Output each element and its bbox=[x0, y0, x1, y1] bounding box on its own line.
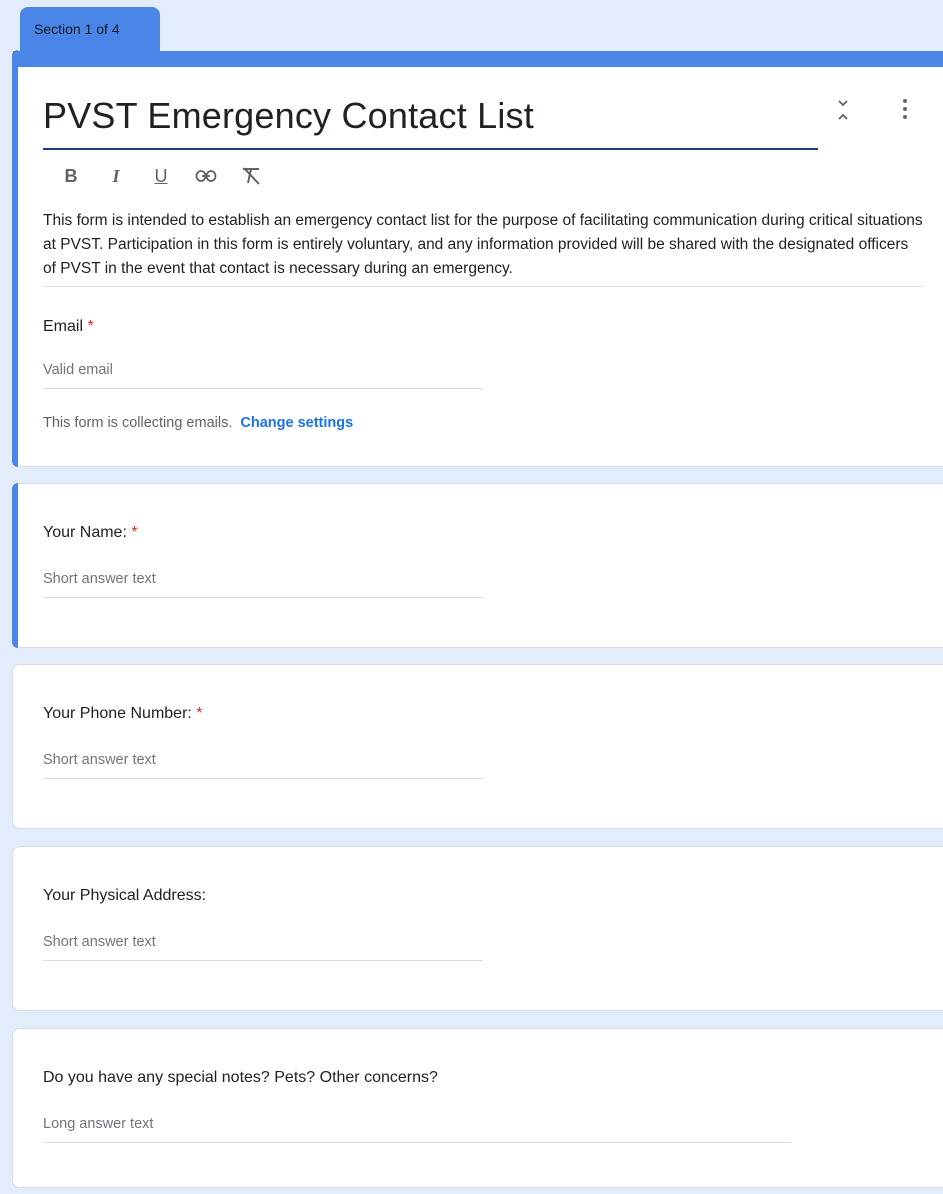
question-label: Do you have any special notes? Pets? Oth… bbox=[43, 1069, 438, 1087]
collecting-emails-notice: This form is collecting emails. Change s… bbox=[43, 415, 353, 431]
required-asterisk: * bbox=[131, 524, 138, 541]
question-label: Your Name: * bbox=[43, 524, 138, 542]
form-title[interactable]: PVST Emergency Contact List bbox=[43, 95, 534, 137]
bold-button[interactable]: B bbox=[55, 163, 87, 189]
formatting-toolbar: B I U bbox=[55, 163, 280, 189]
question-label: Your Physical Address: bbox=[43, 887, 206, 905]
required-asterisk: * bbox=[196, 705, 203, 722]
answer-placeholder: Short answer text bbox=[43, 752, 156, 768]
email-question-label: Email * bbox=[43, 318, 94, 336]
italic-button[interactable]: I bbox=[100, 163, 132, 189]
email-answer-line bbox=[43, 388, 483, 389]
form-header-card[interactable]: PVST Emergency Contact List B I U This f… bbox=[12, 50, 943, 467]
answer-placeholder: Short answer text bbox=[43, 571, 156, 587]
section-tab-label: Section 1 of 4 bbox=[34, 21, 120, 37]
answer-line bbox=[43, 960, 483, 961]
answer-line bbox=[43, 778, 483, 779]
answer-placeholder: Long answer text bbox=[43, 1116, 154, 1132]
question-card-notes[interactable]: Do you have any special notes? Pets? Oth… bbox=[12, 1028, 943, 1188]
link-icon[interactable] bbox=[190, 163, 222, 189]
email-placeholder: Valid email bbox=[43, 362, 113, 378]
question-card-name[interactable]: Your Name: * Short answer text bbox=[12, 483, 943, 648]
question-card-phone[interactable]: Your Phone Number: * Short answer text bbox=[12, 664, 943, 829]
answer-line bbox=[43, 597, 483, 598]
clear-format-icon[interactable] bbox=[235, 163, 267, 189]
change-settings-link[interactable]: Change settings bbox=[240, 415, 353, 431]
form-description[interactable]: This form is intended to establish an em… bbox=[43, 209, 923, 281]
email-label-text: Email bbox=[43, 318, 84, 335]
question-label: Your Phone Number: * bbox=[43, 705, 203, 723]
underline-button[interactable]: U bbox=[145, 163, 177, 189]
question-title: Your Name: bbox=[43, 524, 127, 541]
answer-placeholder: Short answer text bbox=[43, 934, 156, 950]
description-underline bbox=[43, 286, 923, 287]
question-title: Your Physical Address: bbox=[43, 887, 207, 904]
more-options-icon[interactable] bbox=[893, 95, 917, 125]
question-card-address[interactable]: Your Physical Address: Short answer text bbox=[12, 846, 943, 1011]
question-title: Your Phone Number: bbox=[43, 705, 192, 722]
section-tab[interactable]: Section 1 of 4 bbox=[20, 7, 160, 51]
required-asterisk: * bbox=[87, 318, 94, 335]
collapse-section-icon[interactable] bbox=[831, 95, 855, 125]
question-title: Do you have any special notes? Pets? Oth… bbox=[43, 1069, 438, 1086]
collecting-text: This form is collecting emails. bbox=[43, 415, 233, 431]
answer-line bbox=[43, 1142, 791, 1143]
title-underline bbox=[43, 148, 818, 150]
